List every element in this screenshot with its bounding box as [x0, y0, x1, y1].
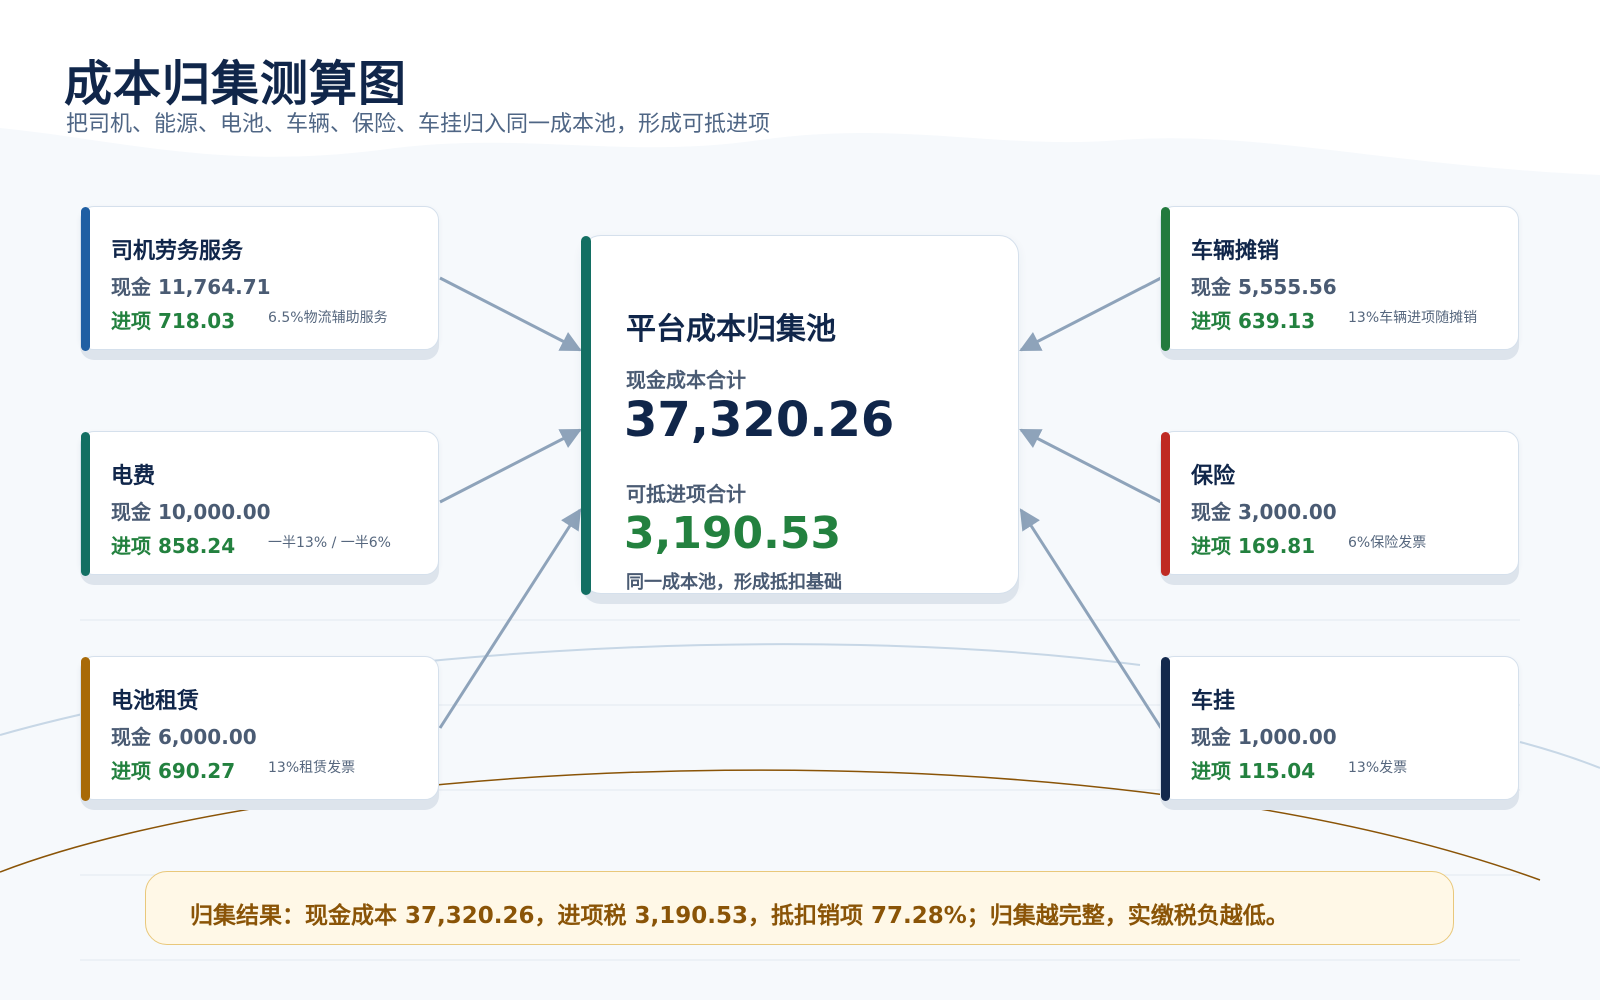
card-title: 司机劳务服务	[111, 239, 244, 264]
card-cash: 现金 5,555.56	[1191, 275, 1337, 299]
card-cash: 现金 3,000.00	[1191, 500, 1337, 524]
pool-title: 平台成本归集池	[626, 312, 836, 347]
card-accent-bar	[81, 657, 90, 801]
card-cash: 现金 10,000.00	[111, 500, 271, 524]
card-note: 13%租赁发票	[268, 760, 356, 776]
card-note: 一半13% / 一半6%	[268, 535, 391, 551]
card-input-tax: 进项 169.81	[1191, 534, 1316, 558]
cost-card-battery-lease: 电池租赁 现金 6,000.00 进项 690.27 13%租赁发票	[80, 656, 439, 801]
cost-pool-card: 平台成本归集池 现金成本合计 37,320.26 可抵进项合计 3,190.53…	[581, 235, 1019, 595]
cost-card-electricity: 电费 现金 10,000.00 进项 858.24 一半13% / 一半6%	[80, 431, 439, 576]
cost-card-trailer: 车挂 现金 1,000.00 进项 115.04 13%发票	[1160, 656, 1519, 801]
card-cash: 现金 1,000.00	[1191, 725, 1337, 749]
card-accent-bar	[1161, 657, 1170, 801]
card-input-tax: 进项 639.13	[1191, 309, 1316, 333]
card-accent-bar	[1161, 207, 1170, 351]
card-accent-bar	[1161, 432, 1170, 576]
page-subtitle: 把司机、能源、电池、车辆、保险、车挂归入同一成本池，形成可抵进项	[66, 112, 771, 137]
card-title: 车挂	[1191, 689, 1236, 714]
pool-cash-label: 现金成本合计	[626, 368, 746, 392]
result-banner: 归集结果：现金成本 37,320.26，进项税 3,190.53，抵扣销项 77…	[145, 871, 1454, 945]
cost-card-insurance: 保险 现金 3,000.00 进项 169.81 6%保险发票	[1160, 431, 1519, 576]
pool-note: 同一成本池，形成抵扣基础	[626, 572, 842, 593]
card-input-tax: 进项 858.24	[111, 534, 236, 558]
card-accent-bar	[81, 432, 90, 576]
card-note: 6.5%物流辅助服务	[268, 310, 388, 326]
card-note: 6%保险发票	[1348, 535, 1427, 551]
card-title: 电池租赁	[111, 689, 200, 714]
pool-input-value: 3,190.53	[624, 508, 842, 559]
card-title: 电费	[111, 464, 156, 489]
cost-card-driver: 司机劳务服务 现金 11,764.71 进项 718.03 6.5%物流辅助服务	[80, 206, 439, 351]
card-accent-bar	[81, 207, 90, 351]
card-cash: 现金 6,000.00	[111, 725, 257, 749]
card-cash: 现金 11,764.71	[111, 275, 271, 299]
pool-cash-value: 37,320.26	[624, 392, 895, 448]
card-title: 保险	[1191, 464, 1236, 489]
pool-accent-bar	[581, 236, 591, 595]
card-input-tax: 进项 115.04	[1191, 759, 1316, 783]
card-note: 13%车辆进项随摊销	[1348, 310, 1478, 326]
card-input-tax: 进项 718.03	[111, 309, 236, 333]
pool-input-label: 可抵进项合计	[626, 482, 746, 506]
card-input-tax: 进项 690.27	[111, 759, 236, 783]
card-note: 13%发票	[1348, 760, 1408, 776]
page-title: 成本归集测算图	[64, 56, 408, 112]
cost-card-vehicle-amortization: 车辆摊销 现金 5,555.56 进项 639.13 13%车辆进项随摊销	[1160, 206, 1519, 351]
result-text: 归集结果：现金成本 37,320.26，进项税 3,190.53，抵扣销项 77…	[190, 903, 1289, 929]
card-title: 车辆摊销	[1191, 239, 1280, 264]
